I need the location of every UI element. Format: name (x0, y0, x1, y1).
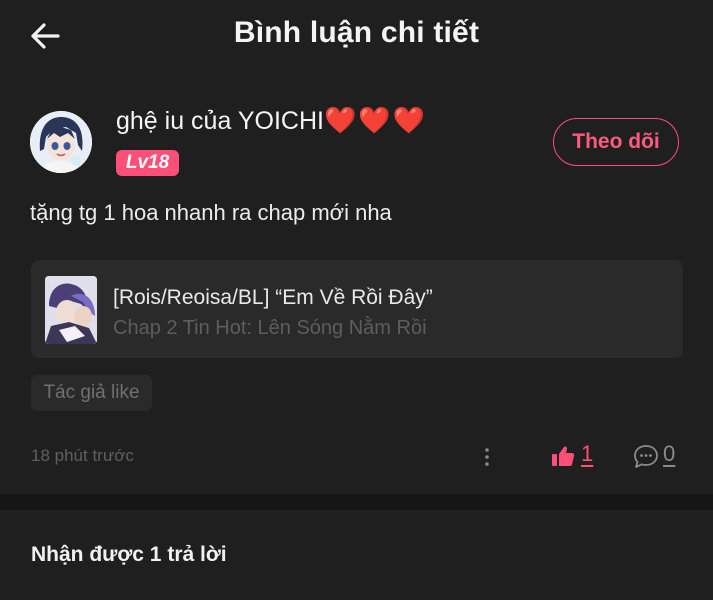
avatar[interactable] (30, 111, 92, 173)
story-cover-image (45, 276, 97, 344)
level-badge: Lv18 (116, 150, 179, 176)
comment-text: tặng tg 1 hoa nhanh ra chap mới nha (30, 200, 392, 225)
replies-heading: Nhận được 1 trả lời (31, 543, 227, 566)
heart-emoji-group: ❤️❤️❤️ (323, 106, 428, 136)
like-count: 1 (581, 441, 594, 466)
avatar-image (30, 111, 92, 173)
author-like-tag: Tác giả like (31, 375, 152, 411)
username[interactable]: ghệ iu của YOICHI❤️❤️❤️ (116, 106, 427, 136)
comment-bubble-icon (634, 445, 658, 468)
section-divider (0, 494, 713, 510)
thumbs-up-icon (552, 446, 575, 466)
story-card[interactable]: [Rois/Reoisa/BL] “Em Về Rồi Đây” Chap 2 … (31, 260, 683, 358)
story-thumbnail (45, 276, 97, 344)
more-options-button[interactable] (478, 444, 496, 470)
story-title: [Rois/Reoisa/BL] “Em Về Rồi Đây” (113, 286, 433, 309)
follow-button[interactable]: Theo dõi (553, 118, 679, 166)
story-chapter: Chap 2 Tin Hot: Lên Sóng Nằm Rồi (113, 317, 427, 339)
timestamp: 18 phút trước (31, 446, 134, 465)
username-text: ghệ iu của YOICHI (116, 107, 324, 135)
more-vertical-icon (485, 448, 489, 466)
header: Bình luận chi tiết (0, 0, 713, 72)
page-title: Bình luận chi tiết (233, 16, 480, 49)
reply-count: 0 (663, 441, 676, 466)
